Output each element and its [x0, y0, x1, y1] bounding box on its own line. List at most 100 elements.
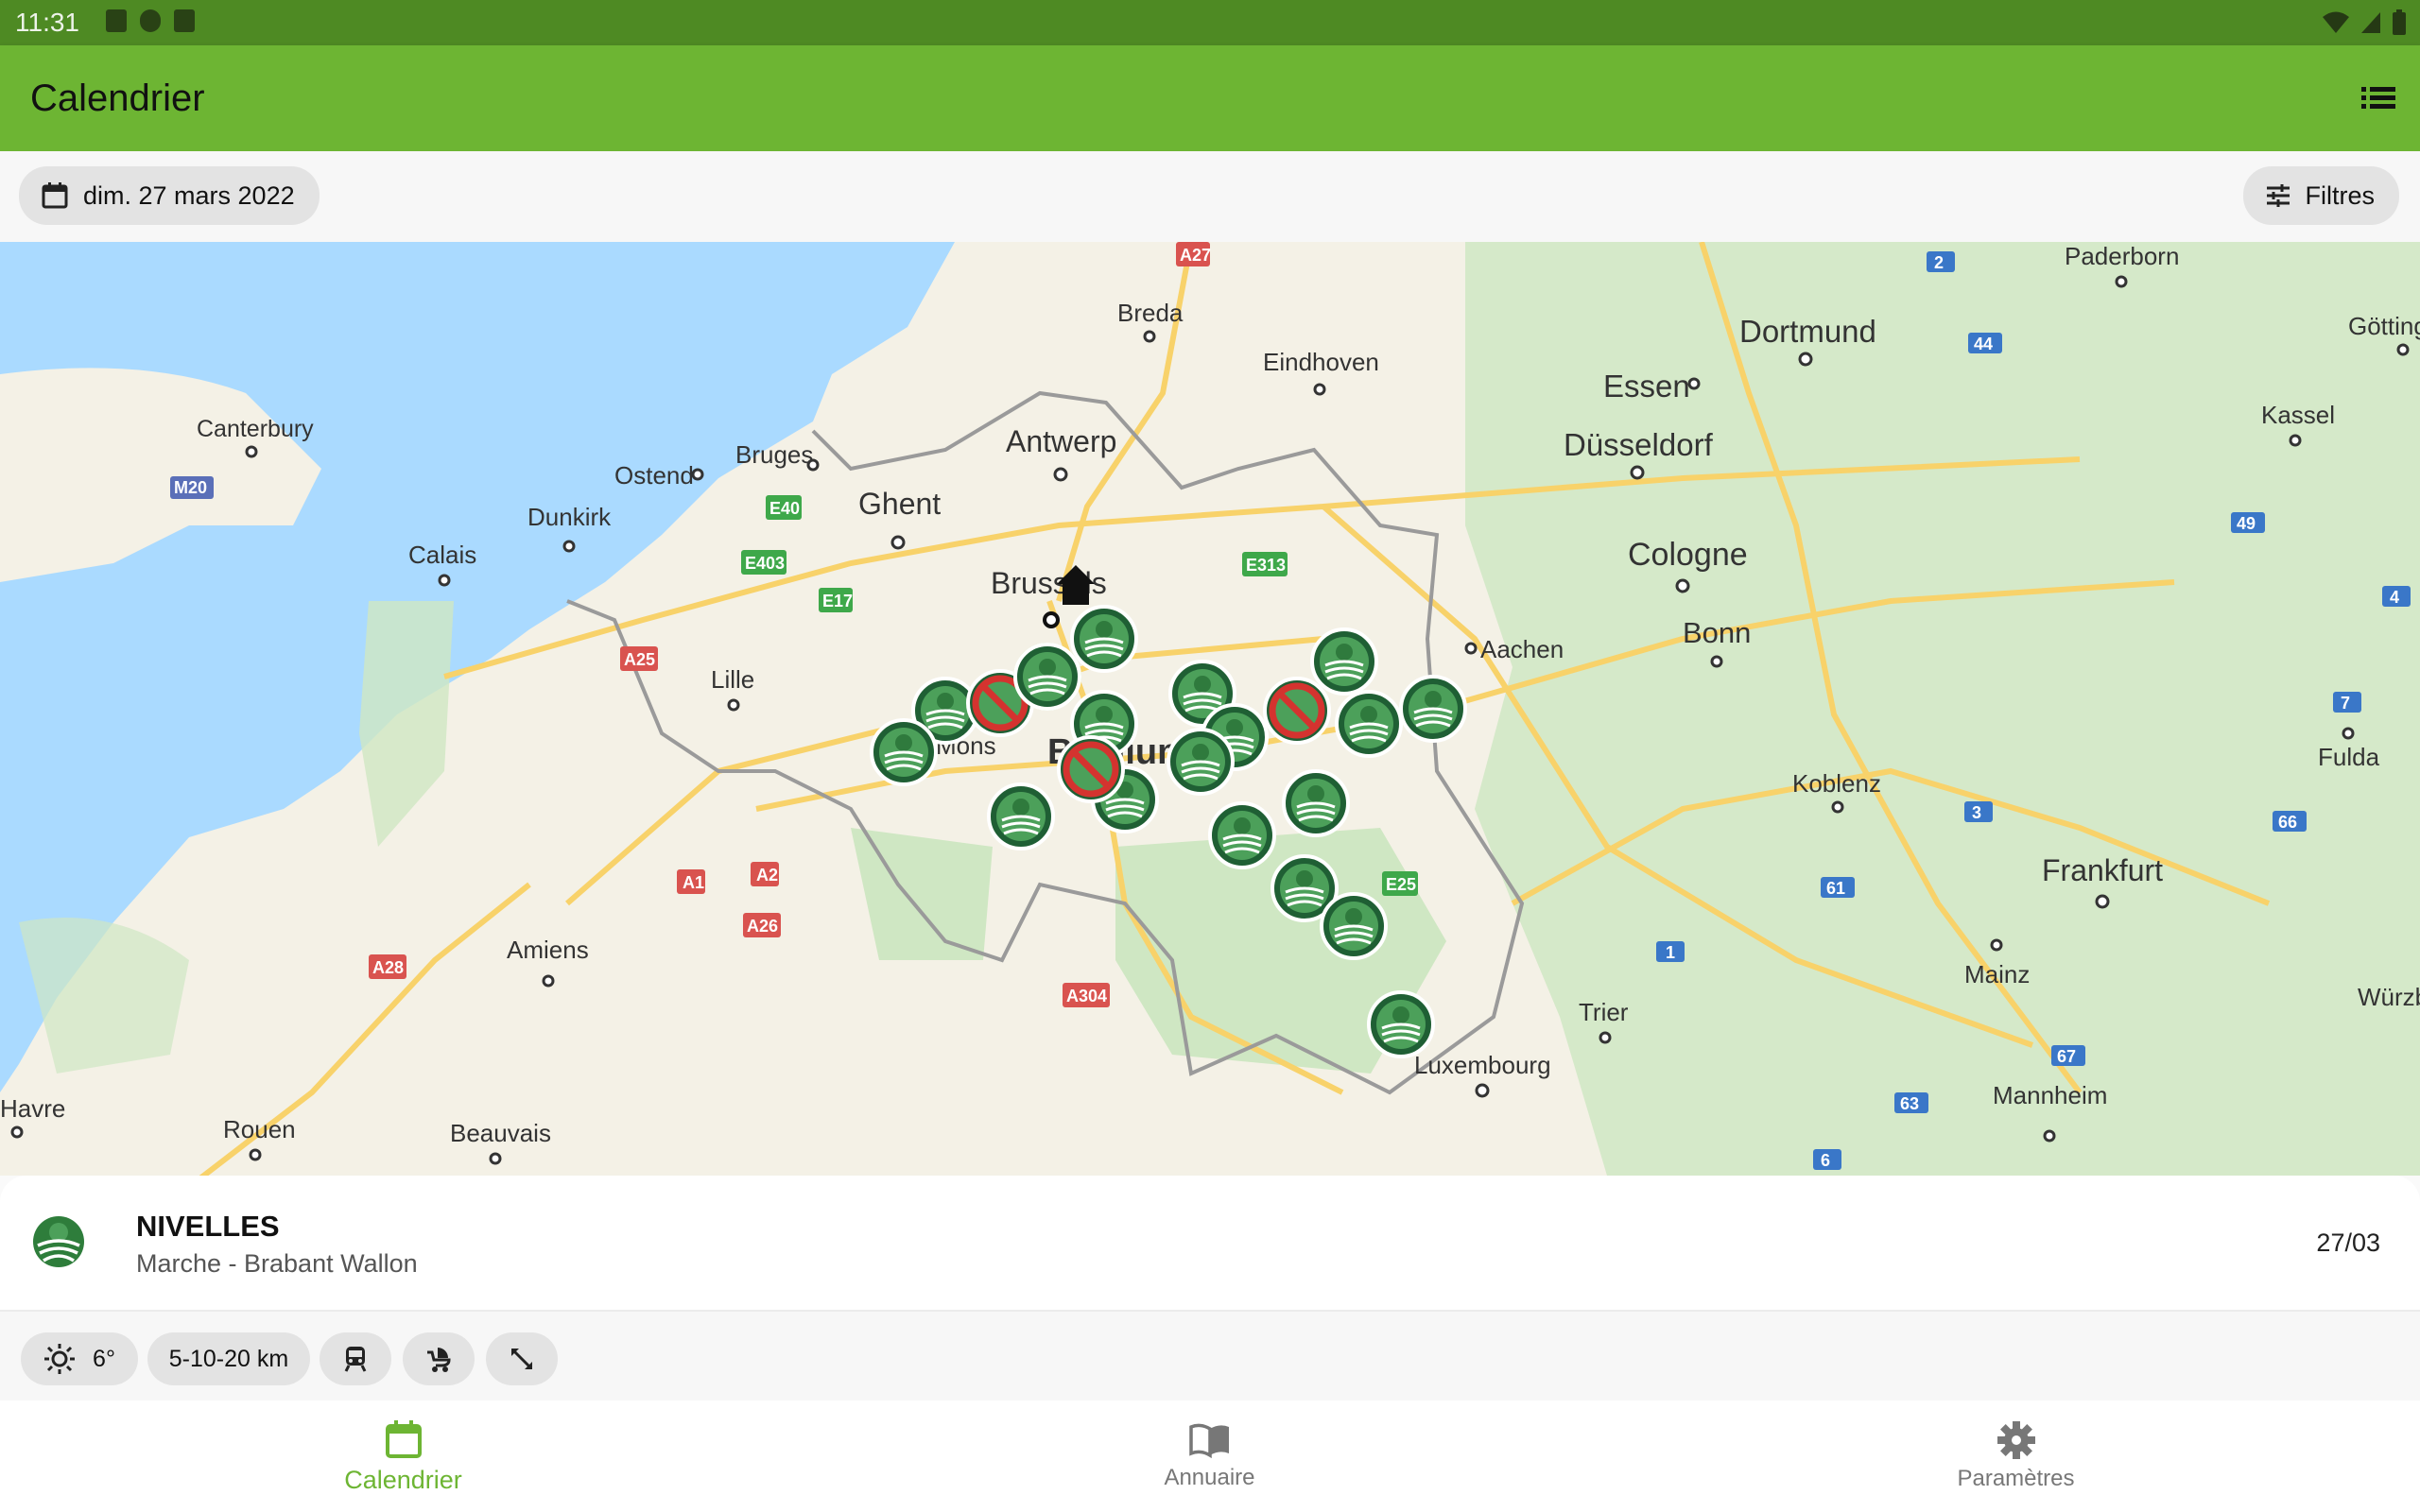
status-bar: 11:31	[0, 0, 2420, 45]
signal-icon	[2361, 12, 2380, 33]
event-marker[interactable]	[1070, 605, 1138, 673]
event-marker[interactable]	[870, 718, 938, 786]
event-name: NIVELLES	[136, 1210, 280, 1243]
calendar-icon	[42, 182, 68, 209]
svg-text:A28: A28	[372, 958, 404, 977]
svg-text:Mannheim: Mannheim	[1993, 1081, 2107, 1109]
svg-text:Essen: Essen	[1603, 369, 1690, 404]
svg-text:1: 1	[1666, 943, 1675, 962]
distances: 5-10-20 km	[168, 1345, 289, 1372]
svg-text:Luxembourg: Luxembourg	[1414, 1051, 1551, 1079]
route-icon	[511, 1349, 532, 1369]
svg-text:Kassel: Kassel	[2261, 401, 2335, 429]
distances-chip[interactable]: 5-10-20 km	[147, 1332, 310, 1385]
nav-settings-label: Paramètres	[1957, 1466, 2075, 1491]
svg-text:6: 6	[1821, 1151, 1830, 1170]
svg-text:49: 49	[2237, 514, 2256, 533]
event-marker[interactable]	[1367, 990, 1435, 1058]
svg-text:Ostend: Ostend	[614, 461, 694, 490]
nav-directory[interactable]: Annuaire	[806, 1400, 1613, 1512]
stroller-icon	[427, 1348, 451, 1372]
svg-text:3: 3	[1972, 803, 1981, 822]
p-icon	[140, 9, 161, 32]
cancelled-event-marker[interactable]	[1059, 737, 1123, 801]
event-marker[interactable]	[1320, 892, 1388, 960]
route-chip[interactable]	[486, 1332, 558, 1385]
list-icon	[2361, 87, 2395, 109]
sliders-icon	[2266, 184, 2290, 207]
svg-text:2: 2	[1934, 253, 1944, 272]
svg-text:A2: A2	[756, 866, 778, 885]
status-time: 11:31	[15, 8, 79, 37]
svg-text:63: 63	[1900, 1094, 1919, 1113]
nav-calendar[interactable]: Calendrier	[0, 1400, 806, 1512]
svg-text:Dortmund: Dortmund	[1739, 314, 1876, 349]
event-marker[interactable]	[1310, 627, 1378, 696]
event-subtitle: Marche - Brabant Wallon	[136, 1249, 418, 1278]
svg-text:Calais: Calais	[408, 541, 476, 569]
nav-settings[interactable]: Paramètres	[1613, 1400, 2419, 1512]
event-marker[interactable]	[1335, 690, 1403, 758]
page-title: Calendrier	[30, 77, 205, 119]
cancelled-event-marker[interactable]	[1265, 679, 1329, 743]
svg-text:A1: A1	[683, 873, 704, 892]
selected-event-marker[interactable]	[1013, 643, 1081, 711]
event-marker[interactable]	[1208, 801, 1276, 869]
map-canvas[interactable]: Breda Eindhoven Antwerp Ghent Bruges Ost…	[0, 242, 2420, 1176]
svg-text:Würzb: Würzb	[2358, 983, 2420, 1011]
sun-icon	[44, 1344, 76, 1374]
wifi-icon	[2323, 11, 2349, 33]
calendar-icon	[385, 1419, 422, 1458]
svg-text:E40: E40	[769, 499, 800, 518]
svg-text:Cologne: Cologne	[1628, 537, 1748, 573]
filter-toolbar: dim. 27 mars 2022 Filtres	[0, 151, 2420, 242]
sd-icon	[174, 9, 195, 32]
svg-text:E25: E25	[1386, 875, 1416, 894]
svg-text:Antwerp: Antwerp	[1006, 424, 1116, 458]
svg-text:Canterbury: Canterbury	[197, 416, 314, 442]
svg-text:Fulda: Fulda	[2318, 743, 2380, 771]
svg-text:Paderborn: Paderborn	[2065, 242, 2179, 270]
svg-text:A26: A26	[747, 917, 778, 936]
svg-text:Aachen: Aachen	[1480, 635, 1564, 663]
battery-icon	[2393, 9, 2406, 35]
event-marker[interactable]	[1282, 769, 1350, 837]
book-icon	[1188, 1423, 1229, 1459]
temperature: 6°	[93, 1345, 115, 1372]
svg-text:Amiens: Amiens	[507, 936, 589, 964]
svg-text:M20: M20	[174, 478, 207, 497]
list-view-button[interactable]	[2354, 77, 2403, 119]
svg-text:Trier: Trier	[1579, 998, 1629, 1026]
weather-chip[interactable]: 6°	[21, 1332, 138, 1385]
map-view[interactable]: Breda Eindhoven Antwerp Ghent Bruges Ost…	[0, 242, 2420, 1176]
filters-button[interactable]: Filtres	[2242, 166, 2399, 225]
event-card[interactable]: NIVELLES Marche - Brabant Wallon 27/03	[0, 1176, 2420, 1310]
nav-calendar-label: Calendrier	[344, 1465, 462, 1494]
svg-text:Dunkirk: Dunkirk	[527, 503, 612, 531]
event-date: 27/03	[2316, 1228, 2380, 1257]
nav-directory-label: Annuaire	[1164, 1465, 1255, 1490]
svg-text:Bruges: Bruges	[735, 440, 813, 469]
svg-text:Beauvais: Beauvais	[450, 1119, 551, 1147]
svg-text:Lille: Lille	[711, 665, 754, 694]
svg-text:E17: E17	[822, 592, 853, 610]
event-marker[interactable]	[1399, 675, 1467, 743]
svg-text:Ghent: Ghent	[858, 487, 941, 521]
date-picker-chip[interactable]: dim. 27 mars 2022	[19, 166, 320, 225]
gear-icon	[1996, 1421, 2035, 1459]
event-attributes: 6° 5-10-20 km	[0, 1312, 2420, 1400]
event-marker[interactable]	[1167, 728, 1235, 796]
stroller-chip[interactable]	[403, 1332, 475, 1385]
svg-text:67: 67	[2057, 1047, 2076, 1066]
svg-text:Bonn: Bonn	[1683, 616, 1751, 649]
svg-text:44: 44	[1974, 335, 1993, 353]
app-bar: Calendrier	[0, 45, 2420, 151]
svg-text:4: 4	[2390, 588, 2399, 607]
event-marker[interactable]	[987, 782, 1055, 850]
svg-text:Mainz: Mainz	[1964, 960, 2030, 988]
train-chip[interactable]	[320, 1332, 391, 1385]
svg-text:7: 7	[2341, 694, 2350, 713]
svg-text:Frankfurt: Frankfurt	[2042, 853, 2163, 887]
svg-text:66: 66	[2278, 813, 2297, 832]
svg-text:A25: A25	[624, 650, 655, 669]
